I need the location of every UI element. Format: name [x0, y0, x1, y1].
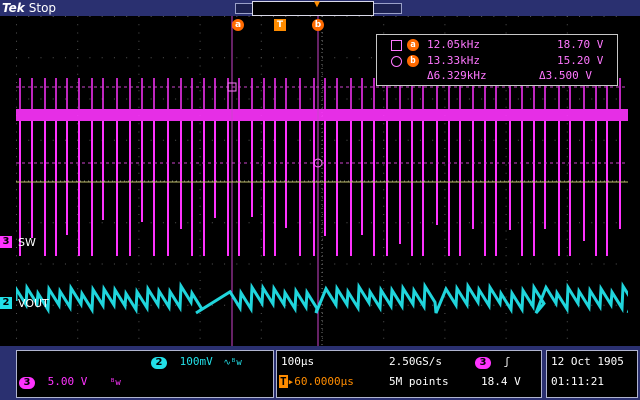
cursor-a-frequency: 12.05kHz [427, 38, 480, 51]
cursor-readout-panel: a 12.05kHz 18.70 V b 13.33kHz 15.20 V Δ6… [376, 34, 618, 86]
ch2-ground-marker[interactable]: 2 [0, 297, 12, 309]
date-time-panel: 12 Oct 1905 01:11:21 [546, 350, 638, 398]
bandwidth-limit-icon: ∿ᴮw [223, 358, 242, 368]
delta-voltage: Δ3.500 V [539, 69, 592, 82]
time: 01:11:21 [551, 375, 604, 388]
sw-waveform-band [16, 109, 628, 121]
bandwidth-limit-icon: ᴮw [110, 378, 121, 388]
cursor-a-voltage: 18.70 V [557, 38, 604, 51]
circle-icon [391, 56, 402, 67]
cursor-b-voltage: 15.20 V [557, 54, 604, 67]
record-view-window[interactable] [252, 1, 374, 16]
delay-trigger-icon: T [279, 375, 288, 388]
cursor-delta-row: Δ6.329kHz Δ3.500 V [377, 68, 617, 84]
cursor-b-row: b 13.33kHz 15.20 V [377, 53, 617, 69]
acquisition-state[interactable]: Stop [29, 1, 56, 15]
brand: Tek Stop [2, 0, 56, 16]
record-length: 5M points [389, 375, 449, 388]
cursor-a-row: a 12.05kHz 18.70 V [377, 37, 617, 53]
sample-rate: 2.50GS/s [389, 355, 442, 368]
ch2-settings[interactable]: 2 100mV ∿ᴮw [151, 355, 242, 369]
bottom-status-bar: 2 100mV ∿ᴮw 3 5.00 V ᴮw 100µs 2.50GS/s T… [0, 346, 640, 400]
cursor-a-badge-icon: a [407, 39, 419, 51]
ch2-scale: 100mV [179, 355, 213, 368]
ch2-label: VOUT [18, 297, 49, 310]
ch3-ground-marker[interactable]: 3 [0, 236, 12, 248]
trigger-level: 18.4 V [481, 375, 521, 388]
brand-logo: Tek [2, 1, 25, 15]
ch3-settings[interactable]: 3 5.00 V ᴮw [19, 375, 121, 389]
top-status-bar: Tek Stop ▼ [0, 0, 640, 16]
trigger-point-marker[interactable]: T [274, 19, 286, 31]
rising-edge-icon: ʃ [503, 355, 511, 368]
cursor-a-label[interactable]: a [232, 19, 244, 31]
delta-frequency: Δ6.329kHz [427, 69, 487, 82]
trigger-source-badge: 3 [475, 357, 491, 369]
time-per-division: 100µs [281, 355, 315, 368]
horizontal-delay[interactable]: T▸60.0000µs [279, 375, 354, 388]
delay-value: 60.0000µs [294, 375, 354, 388]
trigger-position-marker-icon[interactable]: ▼ [314, 0, 320, 10]
date: 12 Oct 1905 [551, 355, 624, 368]
ch3-badge: 3 [19, 377, 35, 389]
ch3-scale: 5.00 V [47, 375, 88, 388]
trigger-source[interactable]: 3 ʃ [475, 355, 510, 369]
cursor-b-badge-icon: b [407, 55, 419, 67]
cursor-b-frequency: 13.33kHz [427, 54, 480, 67]
ch2-badge: 2 [151, 357, 167, 369]
ch3-label: SW [18, 236, 36, 249]
cursor-b-label[interactable]: b [312, 19, 324, 31]
square-icon [391, 40, 402, 51]
timebase-trigger-panel[interactable]: 100µs 2.50GS/s T▸60.0000µs 5M points 3 ʃ… [276, 350, 542, 398]
vertical-settings-panel[interactable]: 2 100mV ∿ᴮw 3 5.00 V ᴮw [16, 350, 274, 398]
